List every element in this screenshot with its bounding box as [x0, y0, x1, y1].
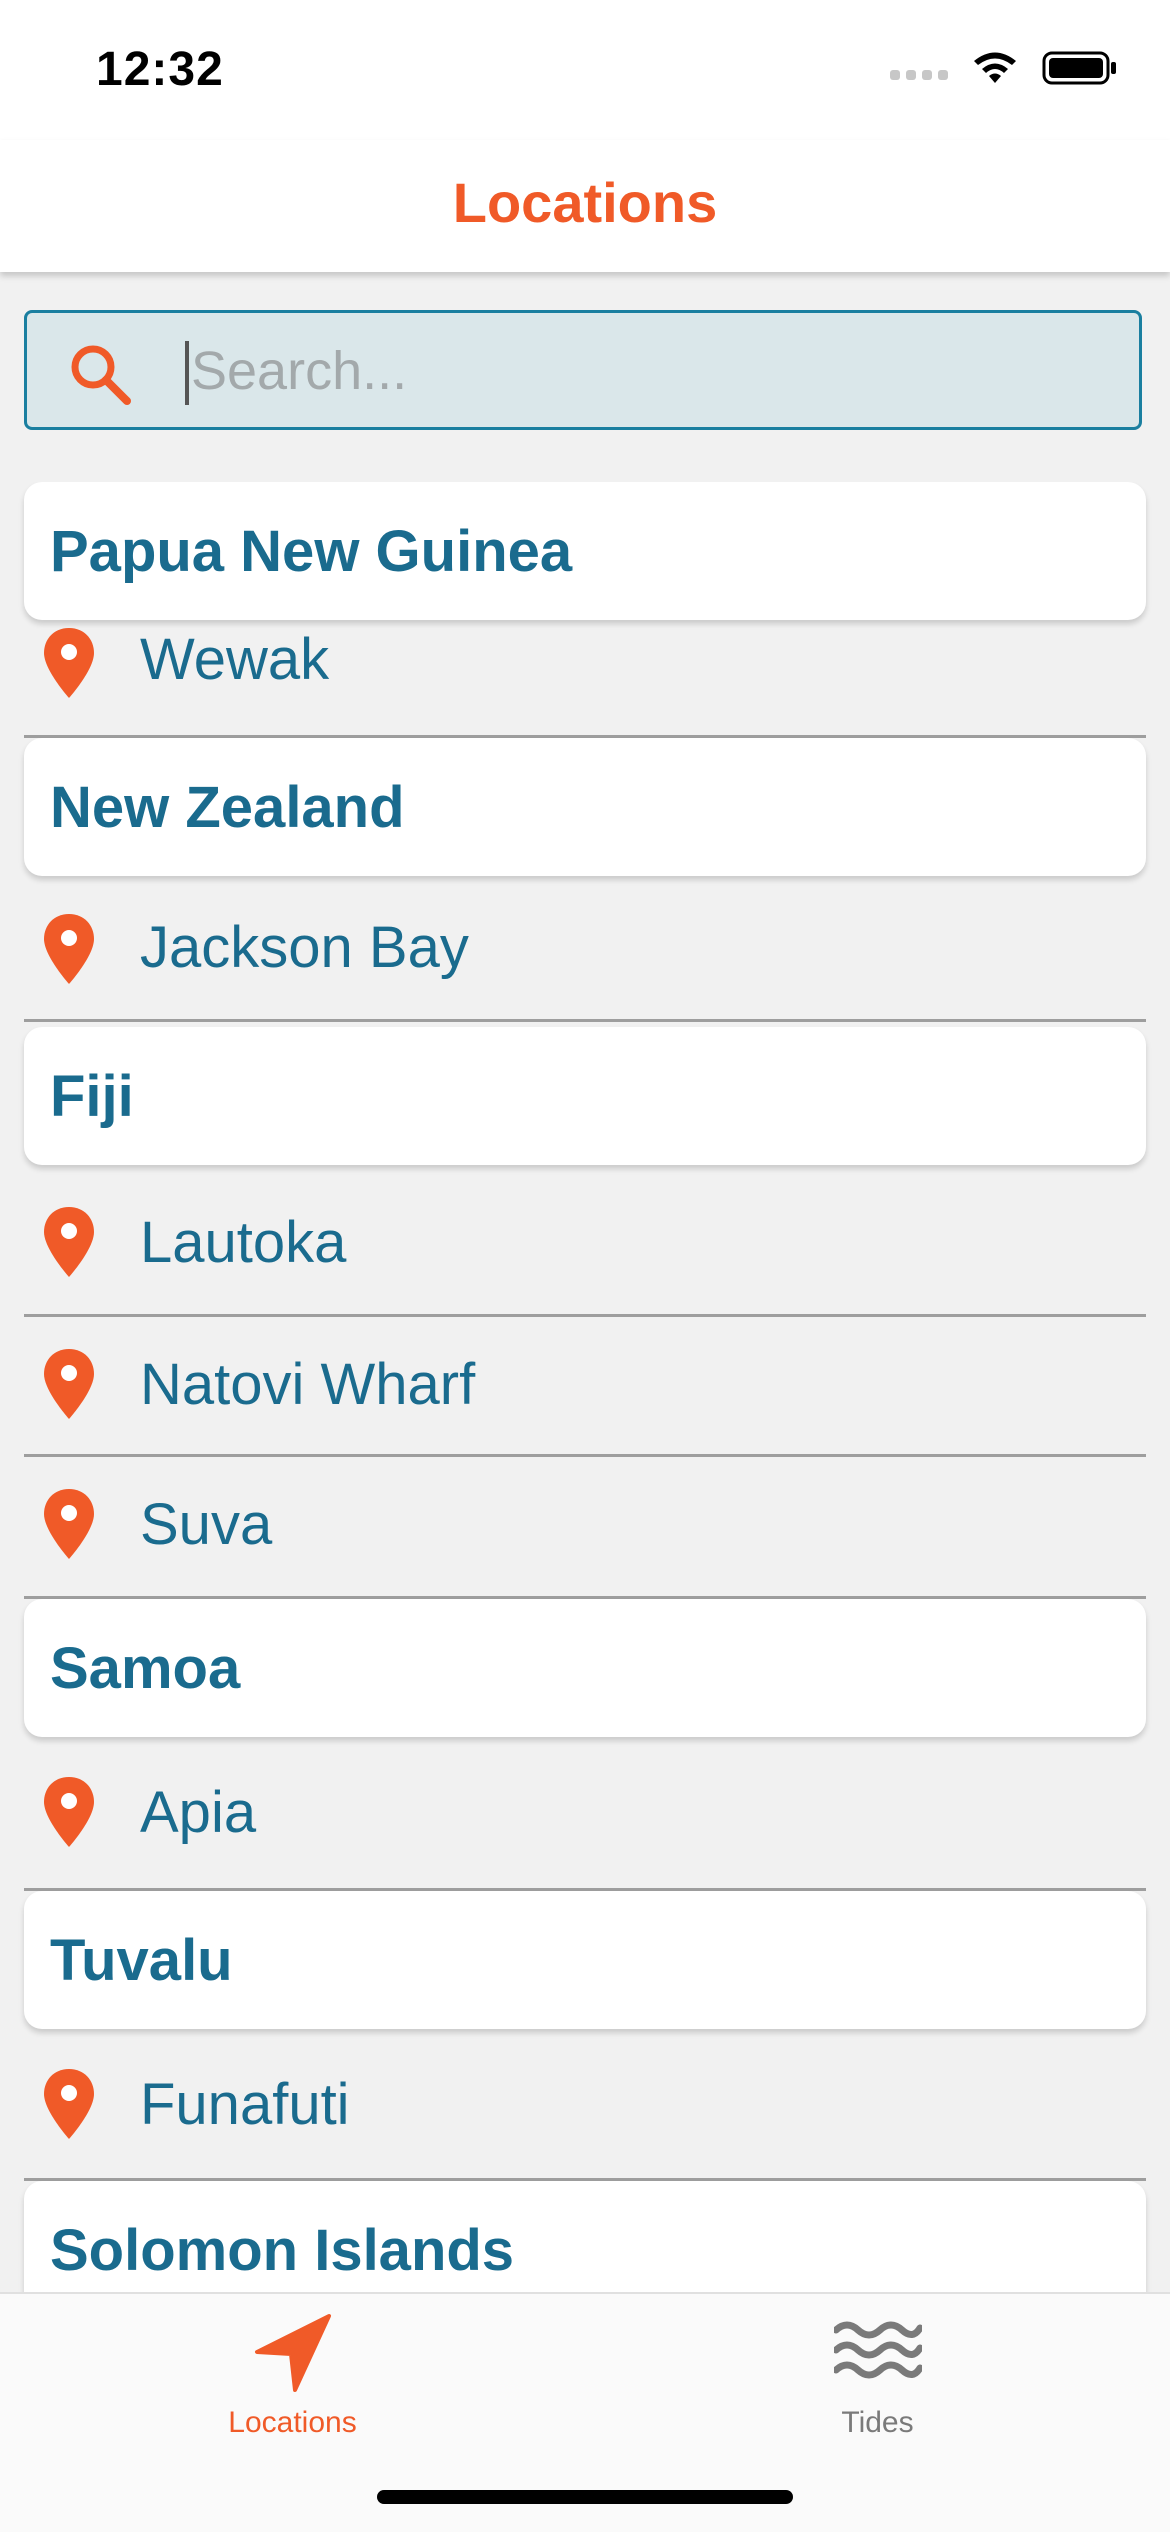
tab-tides[interactable]: Tides [585, 2294, 1170, 2474]
map-pin-icon [44, 1207, 94, 1277]
country-name: Solomon Islands [50, 2218, 515, 2283]
search-input[interactable] [191, 333, 1091, 409]
location-row-apia[interactable]: Apia [24, 1737, 1146, 1891]
location-row-wewak[interactable]: Wewak [24, 620, 1146, 738]
country-name: New Zealand [50, 775, 405, 840]
location-name: Jackson Bay [140, 915, 469, 980]
text-cursor [185, 341, 189, 405]
location-name: Lautoka [140, 1210, 347, 1275]
tab-label: Locations [228, 2406, 357, 2439]
location-row-funafuti[interactable]: Funafuti [24, 2029, 1146, 2181]
cellular-signal-icon [890, 56, 948, 80]
map-pin-icon [44, 628, 94, 698]
waves-icon [833, 2321, 922, 2379]
country-name: Papua New Guinea [50, 519, 573, 584]
status-icons [890, 50, 1118, 86]
location-name: Funafuti [140, 2072, 350, 2137]
battery-icon [1042, 51, 1116, 85]
location-name: Natovi Wharf [140, 1352, 476, 1417]
map-pin-icon [44, 1777, 94, 1847]
navigation-arrow-icon [254, 2314, 331, 2392]
navigation-header: Locations [0, 140, 1170, 272]
locations-list[interactable]: Papua New Guinea Wewak New Zealand Jacks… [0, 482, 1170, 2292]
tab-locations[interactable]: Locations [0, 2294, 585, 2474]
location-name: Apia [140, 1780, 257, 1845]
home-indicator [377, 2490, 793, 2504]
page-title: Locations [452, 171, 718, 234]
wifi-icon [974, 52, 1016, 83]
location-row-natovi-wharf[interactable]: Natovi Wharf [24, 1317, 1146, 1457]
location-name: Wewak [140, 627, 330, 692]
search-icon [71, 345, 131, 405]
location-row-suva[interactable]: Suva [24, 1457, 1146, 1599]
map-pin-icon [44, 914, 94, 984]
map-pin-icon [44, 2069, 94, 2139]
section-header-tuvalu: Tuvalu [24, 1891, 1146, 2029]
country-name: Samoa [50, 1636, 241, 1701]
section-header-papua-new-guinea: Papua New Guinea [24, 482, 1146, 620]
location-row-lautoka[interactable]: Lautoka [24, 1165, 1146, 1317]
search-bar[interactable] [24, 310, 1142, 430]
location-name: Suva [140, 1492, 273, 1557]
status-time: 12:32 [96, 43, 224, 96]
section-header-samoa: Samoa [24, 1599, 1146, 1737]
section-header-fiji: Fiji [24, 1027, 1146, 1165]
section-header-new-zealand: New Zealand [24, 738, 1146, 876]
tab-label: Tides [841, 2406, 914, 2439]
country-name: Fiji [50, 1064, 134, 1129]
section-header-solomon-islands: Solomon Islands [24, 2181, 1146, 2292]
map-pin-icon [44, 1489, 94, 1559]
location-row-jackson-bay[interactable]: Jackson Bay [24, 876, 1146, 1022]
status-bar: 12:32 [0, 0, 1170, 140]
country-name: Tuvalu [50, 1928, 233, 1993]
map-pin-icon [44, 1349, 94, 1419]
